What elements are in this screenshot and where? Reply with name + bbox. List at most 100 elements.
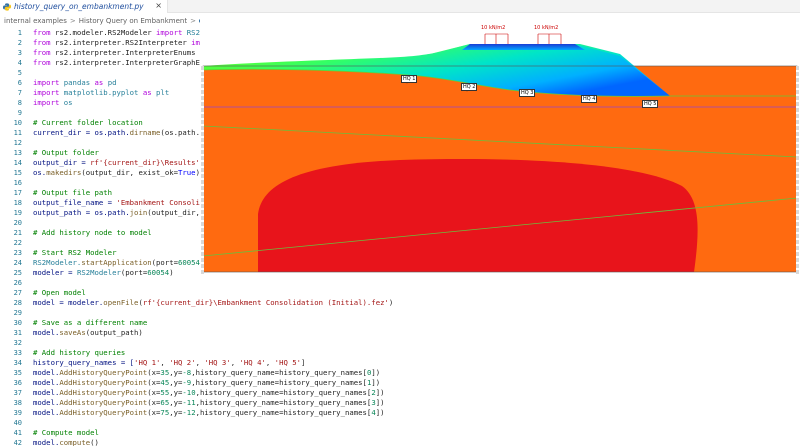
code-token: RS2Modeler	[76, 268, 121, 277]
code-token: ]	[301, 358, 306, 367]
line-number: 5	[17, 69, 22, 77]
code-token: 'Embankment Consoli	[116, 198, 200, 207]
code-token: ,	[265, 358, 275, 367]
code-token: saveAs	[59, 328, 86, 337]
code-token: ,y=	[169, 378, 183, 387]
code-token: import	[33, 98, 64, 107]
history-query-label[interactable]: HQ 1	[401, 75, 418, 83]
history-query-label[interactable]: HQ 5	[642, 100, 659, 108]
rs2-model-view[interactable]: 10 kN/m2 10 kN/m2 HQ 1 HQ 2 HQ 3 HQ 4 HQ…	[200, 14, 800, 276]
code-line[interactable]: history_query_names = ['HQ 1', 'HQ 2', '…	[0, 358, 800, 368]
code-token: modeler =	[33, 268, 77, 277]
code-token: ,y=	[169, 408, 183, 417]
code-comment: # Save as a different name	[33, 318, 148, 327]
history-query-label[interactable]: HQ 3	[519, 89, 536, 97]
load-label: 10 kN/m2	[534, 25, 559, 31]
python-file-icon	[3, 2, 11, 11]
breadcrumb-item[interactable]: History Query on Embankment	[79, 17, 187, 25]
code-token: 'HQ 1'	[134, 358, 161, 367]
code-token: ])	[375, 398, 385, 407]
embankment-model-drawing	[202, 33, 798, 273]
code-token: (x=	[147, 388, 161, 397]
code-token: (x=	[147, 378, 161, 387]
code-line[interactable]: model.AddHistoryQueryPoint(x=65,y=-11,hi…	[0, 398, 800, 408]
close-icon[interactable]: ×	[155, 1, 162, 10]
code-line[interactable]: model.compute()	[0, 438, 800, 446]
load-label: 10 kN/m2	[481, 25, 506, 31]
line-number: 32	[13, 339, 22, 347]
code-token: from	[33, 28, 55, 37]
code-token: join	[129, 208, 148, 217]
code-token: ,y=	[169, 388, 183, 397]
code-line[interactable]: # Add history queries	[0, 348, 800, 358]
code-token: pd	[107, 78, 117, 87]
code-comment: # Add history queries	[33, 348, 126, 357]
distributed-load-right	[537, 33, 562, 44]
line-number: 20	[13, 219, 22, 227]
code-token: -9	[182, 378, 192, 387]
code-token: import	[33, 78, 64, 87]
line-number: 9	[17, 109, 22, 117]
code-token: ])	[371, 368, 381, 377]
editor-tab-bar: history_query_on_embankment.py ×	[0, 0, 800, 13]
line-number: 22	[13, 239, 22, 247]
code-token: model.	[33, 408, 60, 417]
code-line[interactable]: # Compute model	[0, 428, 800, 438]
code-token: ])	[371, 378, 381, 387]
code-token: ,	[160, 358, 170, 367]
code-comment: # Current folder location	[33, 118, 143, 127]
code-comment: # Add history node to model	[33, 228, 152, 237]
code-token: model.	[33, 368, 60, 377]
code-token: rf'{current_dir}\Results'	[90, 158, 200, 167]
history-query-label[interactable]: HQ 4	[581, 95, 598, 103]
code-token: rs2.interpreter.RS2Interpreter	[54, 38, 192, 47]
code-token: os	[63, 98, 73, 107]
code-token: ()	[90, 438, 99, 446]
code-token: 75	[160, 408, 170, 417]
code-token: AddHistoryQueryPoint	[59, 378, 148, 387]
code-line[interactable]: # Open model	[0, 288, 800, 298]
code-token: True	[178, 168, 196, 177]
code-line[interactable]: model = modeler.openFile(rf'{current_dir…	[0, 298, 800, 308]
code-token: 60054	[177, 258, 200, 267]
code-token: model.	[33, 378, 60, 387]
code-token: 'HQ 5'	[274, 358, 302, 367]
code-token: pandas	[63, 78, 95, 87]
code-token: 60054	[147, 268, 170, 277]
code-token: (output_dir,	[147, 208, 200, 217]
code-comment: # Output file path	[33, 188, 113, 197]
code-line[interactable]: model.AddHistoryQueryPoint(x=45,y=-9,his…	[0, 378, 800, 388]
history-query-label[interactable]: HQ 2	[461, 83, 478, 91]
code-token: ,history_query_name=history_query_names[	[195, 408, 372, 417]
code-token: (x=	[147, 398, 161, 407]
line-number: 40	[13, 419, 22, 427]
code-token: AddHistoryQueryPoint	[59, 368, 148, 377]
code-line[interactable]: model.AddHistoryQueryPoint(x=75,y=-12,hi…	[0, 408, 800, 418]
code-token: RS2	[186, 28, 200, 37]
code-token: rf'{current_dir}\Embankment Consolidatio…	[142, 298, 389, 307]
code-token: )	[169, 268, 174, 277]
code-token: rs2.modeler.RS2Modeler	[54, 28, 157, 37]
code-token: RS2Modeler.	[33, 258, 82, 267]
breadcrumb: internal examples > History Query on Emb…	[4, 15, 214, 26]
code-token: output_dir =	[33, 158, 91, 167]
code-line[interactable]: # Save as a different name	[0, 318, 800, 328]
code-line[interactable]: model.AddHistoryQueryPoint(x=55,y=-10,hi…	[0, 388, 800, 398]
line-number: 26	[13, 279, 22, 287]
code-token: ,	[230, 358, 240, 367]
code-token: 'HQ 4'	[239, 358, 266, 367]
code-token: -8	[182, 368, 192, 377]
code-token: ,history_query_name=history_query_names[	[195, 388, 372, 397]
code-token: (output_dir, exist_ok=	[81, 168, 178, 177]
code-token: model.	[33, 328, 60, 337]
code-token: openFile	[103, 298, 139, 307]
code-line[interactable]: model.AddHistoryQueryPoint(x=35,y=-8,his…	[0, 368, 800, 378]
code-token: import	[156, 28, 187, 37]
code-line[interactable]: model.saveAs(output_path)	[0, 328, 800, 338]
breadcrumb-item[interactable]: internal examples	[4, 17, 67, 25]
code-token: os.	[33, 168, 47, 177]
line-number: 29	[13, 309, 22, 317]
code-token: current_dir = os.path.	[33, 128, 130, 137]
tab-history-query-on-embankment[interactable]: history_query_on_embankment.py ×	[0, 0, 168, 13]
code-token: ])	[375, 388, 385, 397]
